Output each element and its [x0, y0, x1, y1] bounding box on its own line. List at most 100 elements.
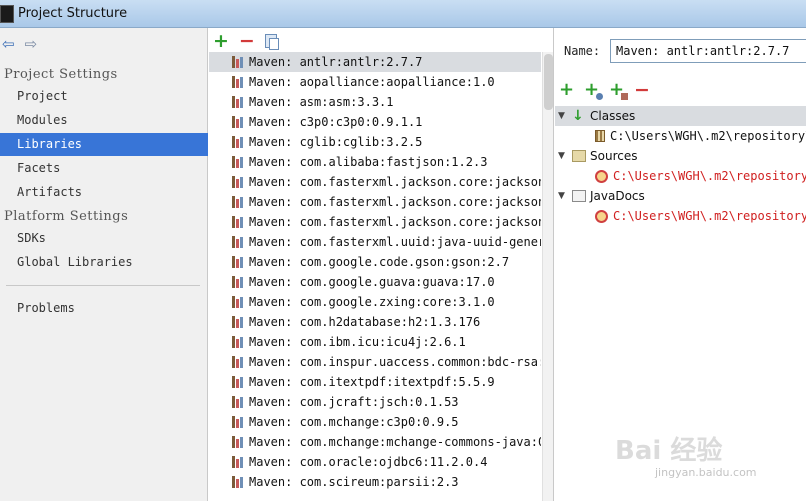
project-settings-header: Project Settings: [4, 67, 118, 82]
maven-library-icon: [232, 196, 244, 208]
library-name: Maven: com.google.code.gson:gson:2.7: [249, 255, 510, 269]
library-list-item[interactable]: Maven: com.h2database:h2:1.3.176: [209, 312, 541, 332]
library-list-item[interactable]: Maven: com.google.code.gson:gson:2.7: [209, 252, 541, 272]
library-name: Maven: com.google.zxing:core:3.1.0: [249, 295, 495, 309]
tree-node-classes[interactable]: ▼ ↓ Classes: [555, 106, 806, 126]
maven-library-icon: [232, 136, 244, 148]
library-name: Maven: cglib:cglib:3.2.5: [249, 135, 423, 149]
library-list-item[interactable]: Maven: com.ibm.icu:icu4j:2.6.1: [209, 332, 541, 352]
maven-library-icon: [232, 236, 244, 248]
expand-caret-icon[interactable]: ▼: [558, 191, 568, 201]
tree-path-row[interactable]: C:\Users\WGH\.m2\repository\: [555, 126, 806, 146]
library-name: Maven: com.fasterxml.jackson.core:jackso…: [249, 215, 541, 229]
sources-folder-icon: [572, 150, 586, 162]
name-label: Name:: [564, 44, 601, 58]
window-title: Project Structure: [18, 6, 128, 21]
library-name: Maven: c3p0:c3p0:0.9.1.1: [249, 115, 423, 129]
remove-icon[interactable]: −: [239, 32, 255, 51]
tree-node-label: Sources: [590, 149, 638, 163]
expand-caret-icon[interactable]: ▼: [558, 111, 568, 121]
copy-icon[interactable]: [264, 34, 279, 50]
library-list-item[interactable]: Maven: com.fasterxml.jackson.core:jackso…: [209, 192, 541, 212]
library-name: Maven: com.fasterxml.jackson.core:jackso…: [249, 195, 541, 209]
tree-node-sources[interactable]: ▼ Sources: [555, 146, 806, 166]
library-name: Maven: com.fasterxml.uuid:java-uuid-gene…: [249, 235, 541, 249]
library-name: Maven: com.h2database:h2:1.3.176: [249, 315, 481, 329]
library-list-item[interactable]: Maven: cglib:cglib:3.2.5: [209, 132, 541, 152]
library-list-item[interactable]: Maven: com.fasterxml.uuid:java-uuid-gene…: [209, 232, 541, 252]
maven-library-icon: [232, 436, 244, 448]
library-list-item[interactable]: Maven: aopalliance:aopalliance:1.0: [209, 72, 541, 92]
remove-icon[interactable]: −: [634, 81, 650, 100]
path-text: C:\Users\WGH\.m2\repository\: [613, 209, 806, 223]
library-list-item[interactable]: Maven: com.scireum:parsii:2.3: [209, 472, 541, 492]
library-list-item[interactable]: Maven: com.fasterxml.jackson.core:jackso…: [209, 172, 541, 192]
library-name: Maven: aopalliance:aopalliance:1.0: [249, 75, 495, 89]
nav-item-problems[interactable]: Problems: [0, 297, 208, 320]
library-list-item[interactable]: Maven: com.jcraft:jsch:0.1.53: [209, 392, 541, 412]
back-arrow-icon[interactable]: ⇦: [2, 37, 15, 52]
nav-arrows: ⇦ ⇨: [2, 37, 38, 52]
nav-item-artifacts[interactable]: Artifacts: [0, 181, 208, 204]
add-icon[interactable]: +: [213, 32, 229, 51]
tree-path-row[interactable]: C:\Users\WGH\.m2\repository\: [555, 206, 806, 226]
maven-library-icon: [232, 416, 244, 428]
library-name: Maven: com.scireum:parsii:2.3: [249, 475, 459, 489]
maven-library-icon: [232, 336, 244, 348]
add-icon[interactable]: +: [559, 81, 575, 99]
library-list: Maven: antlr:antlr:2.7.7 Maven: aopallian…: [209, 52, 541, 501]
maven-library-icon: [232, 316, 244, 328]
jar-icon: [595, 130, 605, 142]
nav-item-modules[interactable]: Modules: [0, 109, 208, 132]
library-list-item[interactable]: Maven: com.mchange:mchange-commons-java:…: [209, 432, 541, 452]
tree-node-javadocs[interactable]: ▼ JavaDocs: [555, 186, 806, 206]
maven-library-icon: [232, 176, 244, 188]
library-toolbar: + −: [213, 32, 279, 51]
library-list-item[interactable]: Maven: asm:asm:3.3.1: [209, 92, 541, 112]
maven-library-icon: [232, 476, 244, 488]
missing-file-icon: [595, 169, 608, 183]
classes-icon: ↓: [572, 108, 584, 124]
maven-library-icon: [232, 376, 244, 388]
maven-library-icon: [232, 396, 244, 408]
library-list-item[interactable]: Maven: com.oracle:ojdbc6:11.2.0.4: [209, 452, 541, 472]
library-name: Maven: asm:asm:3.3.1: [249, 95, 394, 109]
library-list-item[interactable]: Maven: com.google.guava:guava:17.0: [209, 272, 541, 292]
library-name: Maven: com.fasterxml.jackson.core:jackso…: [249, 175, 541, 189]
add-url-icon[interactable]: +: [584, 81, 603, 100]
watermark-url: jingyan.baidu.com: [655, 466, 757, 479]
expand-caret-icon[interactable]: ▼: [558, 151, 568, 161]
forward-arrow-icon[interactable]: ⇨: [25, 37, 38, 52]
nav-item-libraries[interactable]: Libraries: [0, 133, 208, 156]
tree-path-row[interactable]: C:\Users\WGH\.m2\repository\: [555, 166, 806, 186]
maven-library-icon: [232, 156, 244, 168]
library-list-item[interactable]: Maven: c3p0:c3p0:0.9.1.1: [209, 112, 541, 132]
add-excluded-icon[interactable]: +: [609, 81, 628, 100]
library-list-scrollbar[interactable]: [542, 52, 553, 501]
scrollbar-thumb[interactable]: [544, 54, 553, 110]
nav-item-project[interactable]: Project: [0, 85, 208, 108]
nav-item-sdks[interactable]: SDKs: [0, 227, 208, 250]
maven-library-icon: [232, 356, 244, 368]
roots-toolbar: + + + −: [559, 81, 650, 100]
maven-library-icon: [232, 296, 244, 308]
maven-library-icon: [232, 216, 244, 228]
tree-node-label: JavaDocs: [590, 189, 645, 203]
nav-item-global-libraries[interactable]: Global Libraries: [0, 251, 208, 274]
path-text: C:\Users\WGH\.m2\repository\: [613, 169, 806, 183]
maven-library-icon: [232, 96, 244, 108]
library-list-item[interactable]: Maven: com.fasterxml.jackson.core:jackso…: [209, 212, 541, 232]
maven-library-icon: [232, 116, 244, 128]
library-list-item[interactable]: Maven: com.inspur.uaccess.common:bdc-rsa…: [209, 352, 541, 372]
library-name: Maven: com.jcraft:jsch:0.1.53: [249, 395, 459, 409]
nav-item-facets[interactable]: Facets: [0, 157, 208, 180]
library-name-input[interactable]: Maven: antlr:antlr:2.7.7: [610, 39, 806, 63]
library-name: Maven: antlr:antlr:2.7.7: [249, 55, 423, 69]
library-name: Maven: com.alibaba:fastjson:1.2.3: [249, 155, 488, 169]
library-list-item[interactable]: Maven: com.mchange:c3p0:0.9.5: [209, 412, 541, 432]
library-list-item[interactable]: Maven: com.google.zxing:core:3.1.0: [209, 292, 541, 312]
library-list-item[interactable]: Maven: antlr:antlr:2.7.7: [209, 52, 541, 72]
library-list-item[interactable]: Maven: com.itextpdf:itextpdf:5.5.9: [209, 372, 541, 392]
missing-file-icon: [595, 209, 608, 223]
library-list-item[interactable]: Maven: com.alibaba:fastjson:1.2.3: [209, 152, 541, 172]
